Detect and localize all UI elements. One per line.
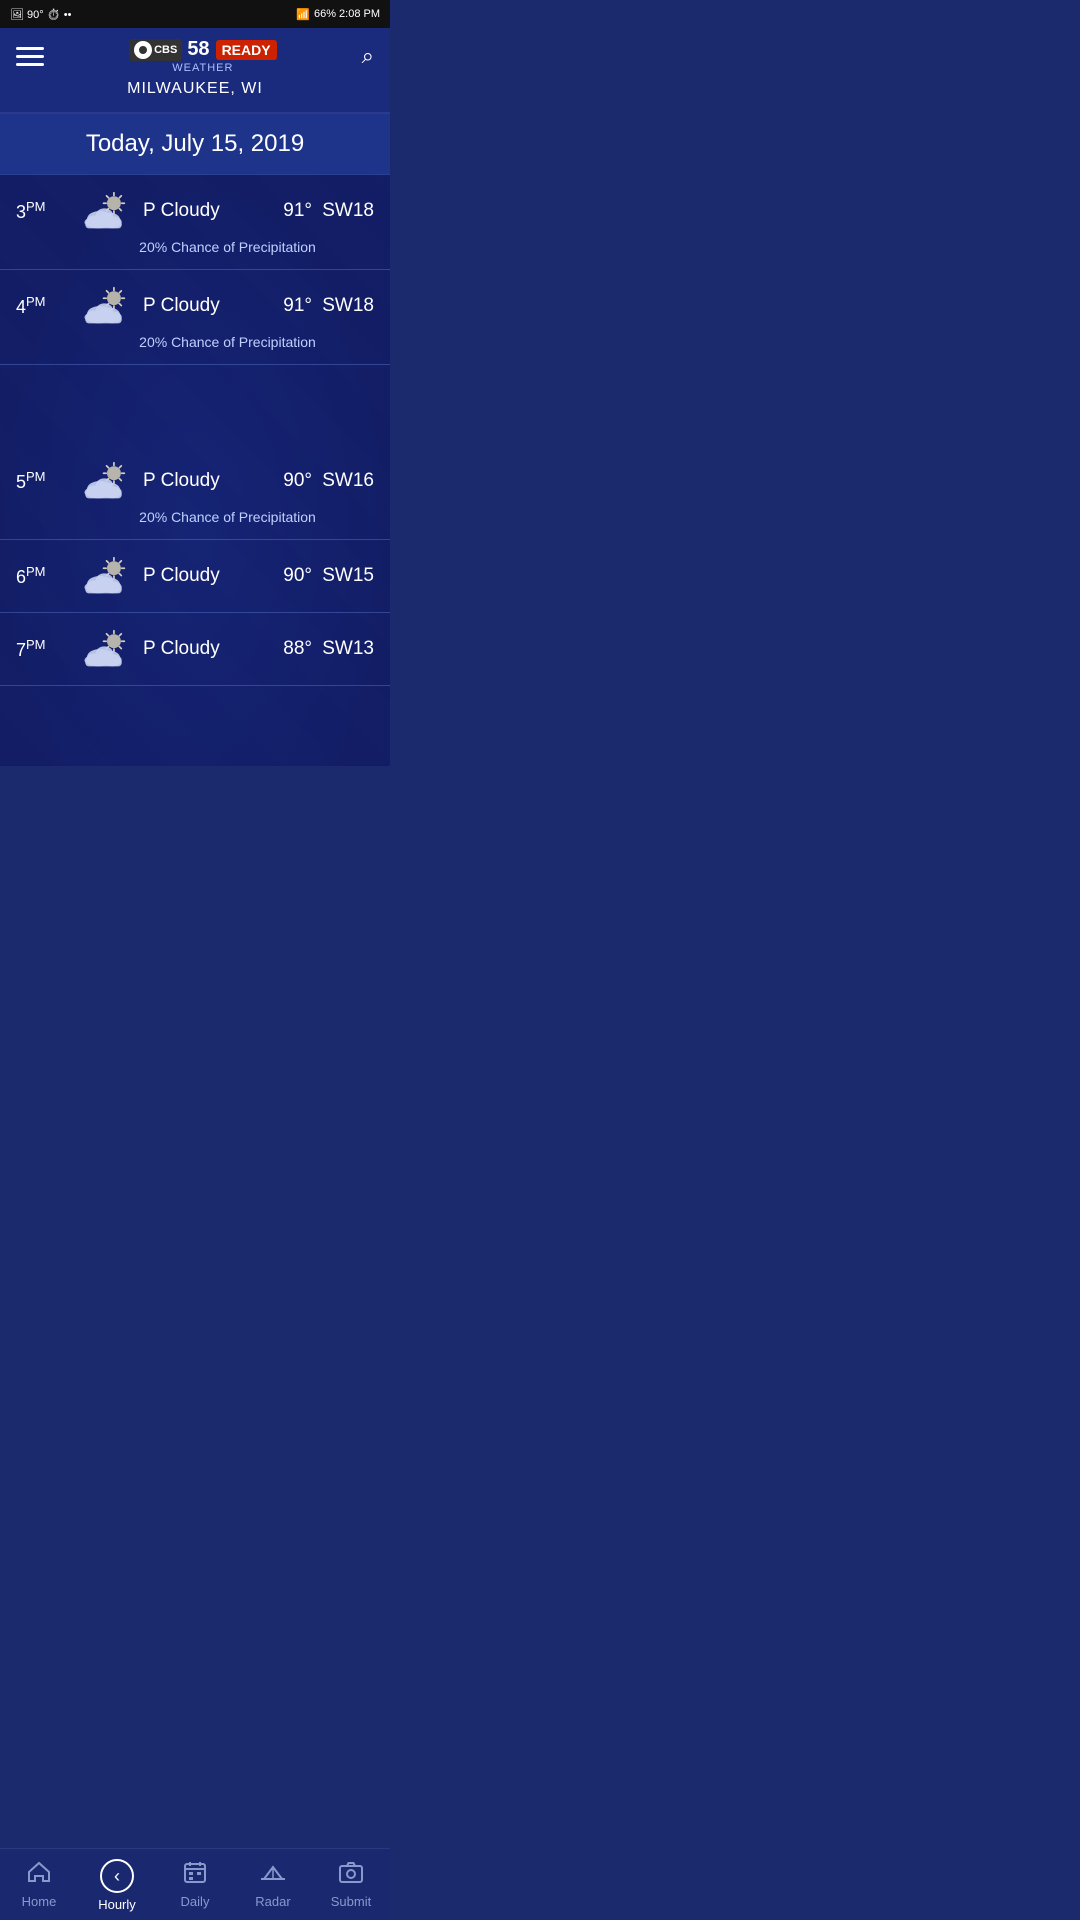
nav-radar-label: Radar xyxy=(255,1894,290,1909)
weather-condition-icon xyxy=(81,459,133,503)
hourly-row: 3PM xyxy=(0,175,390,270)
wind-speed: SW16 xyxy=(322,470,374,492)
logo-container: CBS 58 READY WEATHER xyxy=(129,38,277,74)
time-label: 4PM xyxy=(16,294,71,318)
nav-home[interactable]: Home xyxy=(0,1849,78,1920)
condition-label: P Cloudy xyxy=(143,470,250,492)
status-right: 📶 66% 2:08 PM xyxy=(296,8,380,21)
wifi-icon: 📶 xyxy=(296,8,310,21)
status-icons: 🖼 90° ⏱ •• xyxy=(10,8,71,21)
nav-radar[interactable]: Radar xyxy=(234,1849,312,1920)
condition-label: P Cloudy xyxy=(143,638,250,660)
ready-badge: READY xyxy=(216,40,277,60)
weather-condition-icon xyxy=(81,189,133,233)
precipitation-chance: 20% Chance of Precipitation xyxy=(81,239,374,255)
temperature: 90° xyxy=(260,565,312,587)
nav-hourly[interactable]: ‹ Hourly xyxy=(78,1849,156,1920)
wind-speed: SW13 xyxy=(322,638,374,660)
nav-submit[interactable]: Submit xyxy=(312,1849,390,1920)
status-left: 🖼 90° ⏱ •• xyxy=(10,8,71,21)
date-header: Today, July 15, 2019 xyxy=(0,114,390,175)
time-label: 3PM xyxy=(16,199,71,223)
menu-button[interactable] xyxy=(16,47,44,66)
bottom-navigation: Home ‹ Hourly Daily Radar xyxy=(0,1848,390,1920)
nav-home-label: Home xyxy=(22,1894,57,1909)
nav-daily[interactable]: Daily xyxy=(156,1849,234,1920)
wind-speed: SW18 xyxy=(322,200,374,222)
app-header: CBS 58 READY WEATHER ⌕ MILWAUKEE, WI xyxy=(0,28,390,114)
precipitation-chance: 20% Chance of Precipitation xyxy=(81,509,374,525)
hourly-row: 7PM xyxy=(0,613,390,686)
hourly-row: 6PM xyxy=(0,540,390,613)
weather-condition-icon xyxy=(81,627,133,671)
hourly-circle-icon: ‹ xyxy=(100,1859,134,1893)
hourly-rows-container: 3PM xyxy=(0,175,390,686)
search-button[interactable]: ⌕ xyxy=(362,43,374,69)
wind-speed: SW15 xyxy=(322,565,374,587)
weather-condition-icon xyxy=(81,284,133,328)
temperature: 91° xyxy=(260,295,312,317)
radar-icon xyxy=(260,1859,286,1890)
daily-icon xyxy=(182,1859,208,1890)
temperature: 91° xyxy=(260,200,312,222)
cbs-logo: CBS xyxy=(129,39,182,61)
logo: CBS 58 READY xyxy=(129,38,277,61)
weather-condition-icon xyxy=(81,554,133,598)
condition-label: P Cloudy xyxy=(143,295,250,317)
condition-label: P Cloudy xyxy=(143,200,250,222)
weather-label: WEATHER xyxy=(172,62,233,74)
nav-daily-label: Daily xyxy=(181,1894,210,1909)
precipitation-chance: 20% Chance of Precipitation xyxy=(81,334,374,350)
wind-speed: SW18 xyxy=(322,295,374,317)
hourly-row: 4PM xyxy=(0,270,390,365)
camera-icon xyxy=(338,1859,364,1890)
status-bar: 🖼 90° ⏱ •• 📶 66% 2:08 PM xyxy=(0,0,390,28)
temperature: 90° xyxy=(260,470,312,492)
battery-status: 66% 2:08 PM xyxy=(314,8,380,20)
time-label: 6PM xyxy=(16,564,71,588)
hourly-content: 3PM xyxy=(0,175,390,766)
home-icon xyxy=(26,1859,52,1890)
temperature: 88° xyxy=(260,638,312,660)
condition-label: P Cloudy xyxy=(143,565,250,587)
nav-submit-label: Submit xyxy=(331,1894,371,1909)
hourly-row: 5PM xyxy=(0,365,390,540)
cbs-eye-icon xyxy=(134,41,152,59)
location-label: MILWAUKEE, WI xyxy=(127,80,263,98)
time-label: 5PM xyxy=(16,469,71,493)
channel-number: 58 xyxy=(187,38,209,61)
nav-hourly-label: Hourly xyxy=(98,1897,136,1912)
time-label: 7PM xyxy=(16,637,71,661)
